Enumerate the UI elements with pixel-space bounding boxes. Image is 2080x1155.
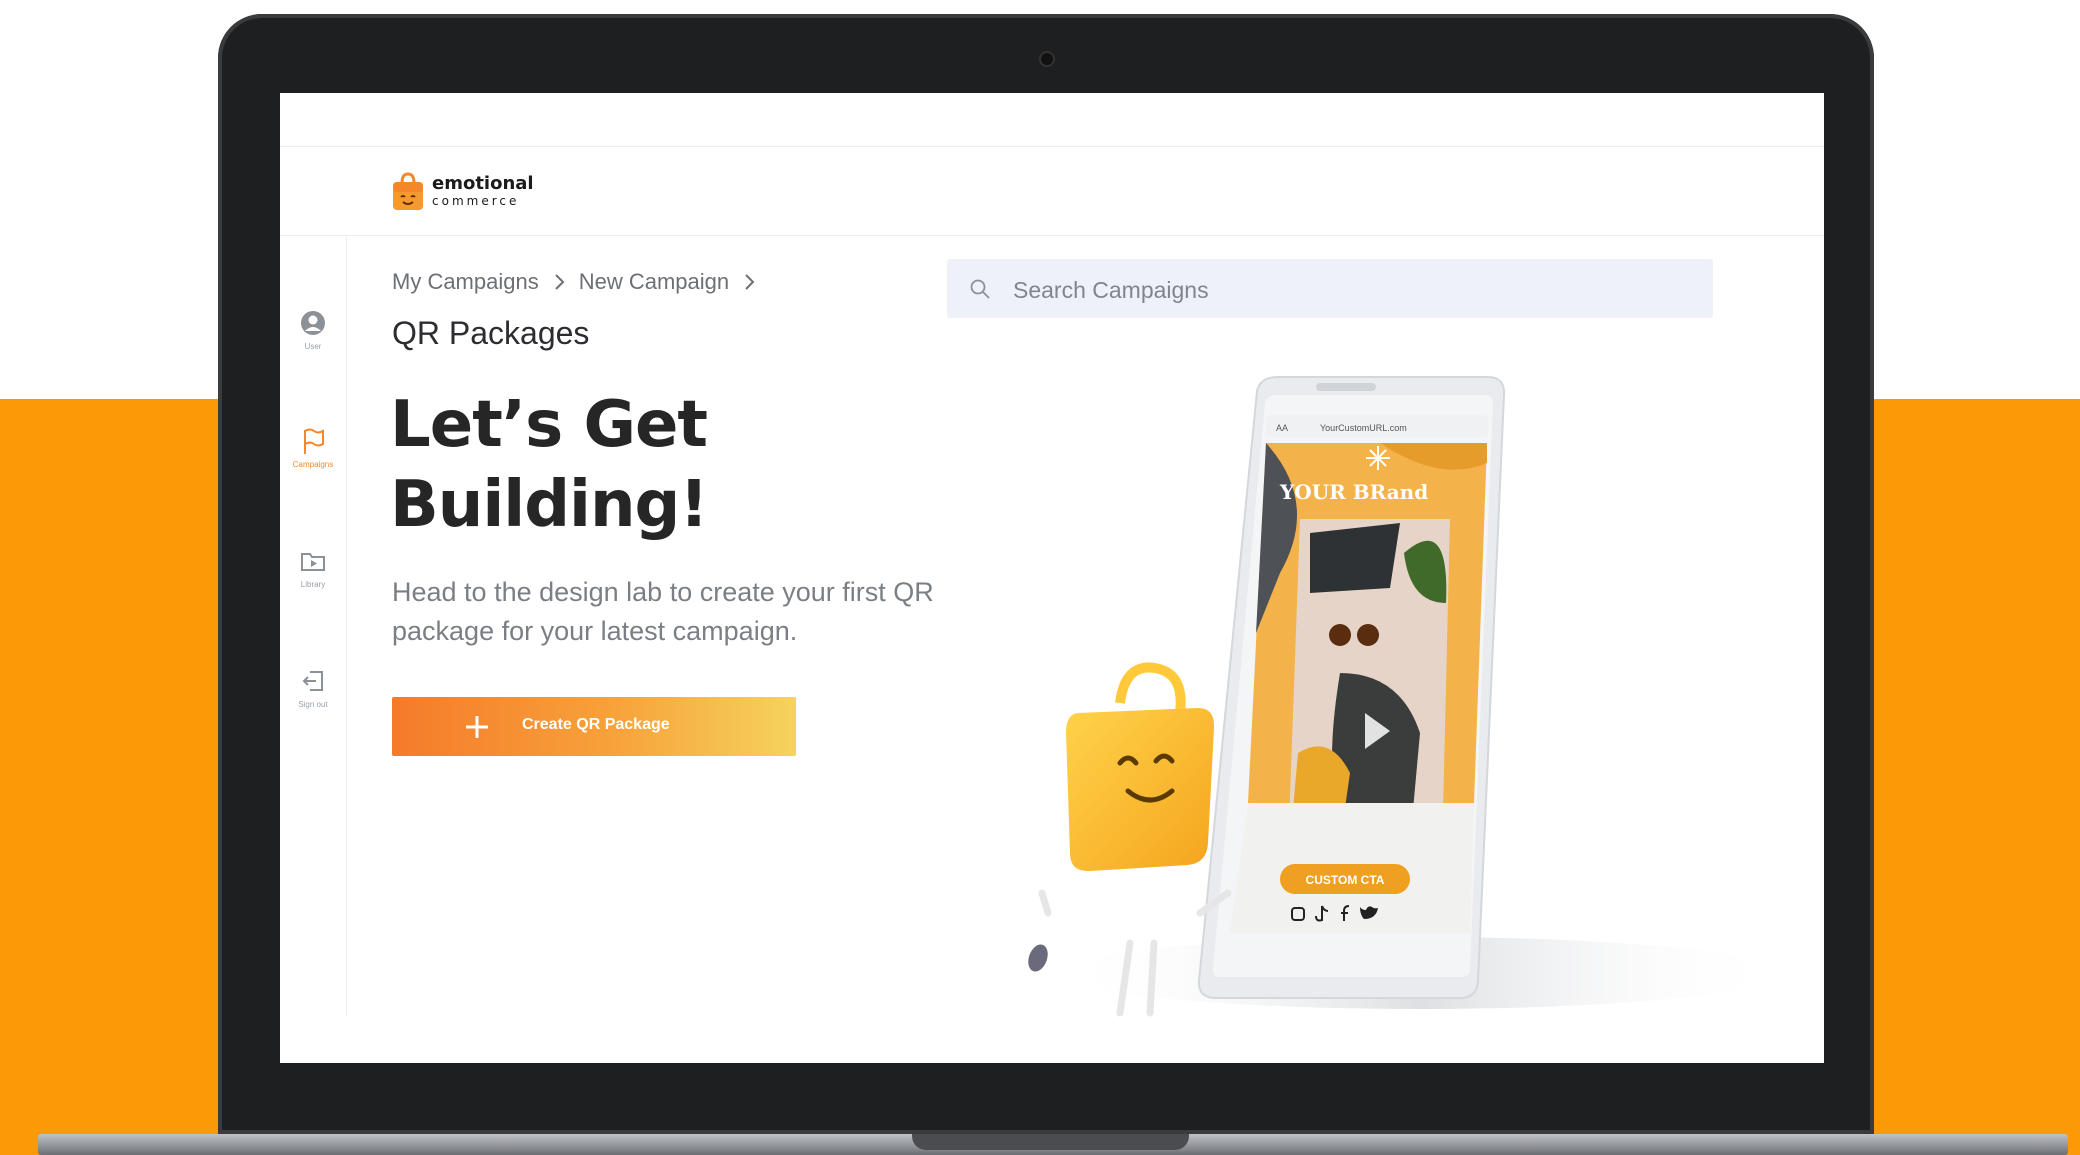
app-screen: emotional commerce User Campaigns Librar…: [280, 93, 1824, 1063]
sidebar-item-campaigns[interactable]: Campaigns: [280, 426, 346, 469]
hero-heading: Let’s Get Building!: [390, 385, 709, 545]
flag-icon: [304, 428, 324, 454]
sidebar-item-user[interactable]: User: [280, 308, 346, 351]
hero-description: Head to the design lab to create your fi…: [392, 577, 934, 646]
hero-line-2: Building!: [390, 468, 709, 542]
shopping-bag-logo-icon: [393, 172, 423, 210]
sidebar-item-label: User: [304, 342, 322, 351]
sidebar-item-label: Library: [300, 580, 326, 589]
phone-mascot-illustration: AA YourCustomURL.com YOUR BRand CUSTOM C…: [1028, 376, 1760, 1017]
sign-out-icon: [302, 671, 323, 691]
browser-topbar: [280, 93, 1824, 147]
create-qr-package-button[interactable]: Create QR Package: [392, 697, 796, 756]
sidebar-item-label: Campaigns: [292, 460, 334, 469]
page-title: QR Packages: [392, 315, 590, 351]
brand-logo[interactable]: emotional commerce: [392, 171, 534, 211]
breadcrumb-new-campaign[interactable]: New Campaign: [579, 269, 729, 295]
user-icon: [301, 311, 325, 335]
folder-play-icon: [301, 553, 325, 571]
laptop-notch: [912, 1134, 1189, 1150]
phone-url: YourCustomURL.com: [1320, 423, 1407, 433]
sidebar: User Campaigns Library Sign out: [280, 236, 347, 1016]
webcam-icon: [1041, 53, 1053, 65]
breadcrumb-my-campaigns[interactable]: My Campaigns: [392, 269, 539, 295]
search-input[interactable]: [1011, 271, 1695, 309]
plus-icon: [466, 716, 488, 738]
hero-line-1: Let’s Get: [390, 388, 708, 462]
sidebar-item-sign-out[interactable]: Sign out: [280, 666, 346, 709]
sidebar-item-label: Sign out: [298, 700, 328, 709]
app-header: emotional commerce: [280, 147, 1824, 236]
phone-cta-text: CUSTOM CTA: [1306, 873, 1385, 887]
chevron-right-icon: [555, 274, 565, 290]
phone: AA YourCustomURL.com YOUR BRand CUSTOM C…: [1197, 376, 1506, 999]
text-size-label: AA: [1276, 423, 1288, 433]
search-icon: [970, 279, 990, 299]
sidebar-item-library[interactable]: Library: [280, 546, 346, 589]
create-qr-package-label: Create QR Package: [522, 716, 670, 733]
phone-brand-text: YOUR BRand: [1279, 480, 1428, 504]
chevron-right-icon: [745, 274, 755, 290]
brand-name: emotional: [432, 173, 534, 194]
brand-tagline: commerce: [432, 194, 520, 208]
search-bar: [947, 259, 1713, 318]
breadcrumb: My Campaigns New Campaign: [392, 269, 769, 295]
